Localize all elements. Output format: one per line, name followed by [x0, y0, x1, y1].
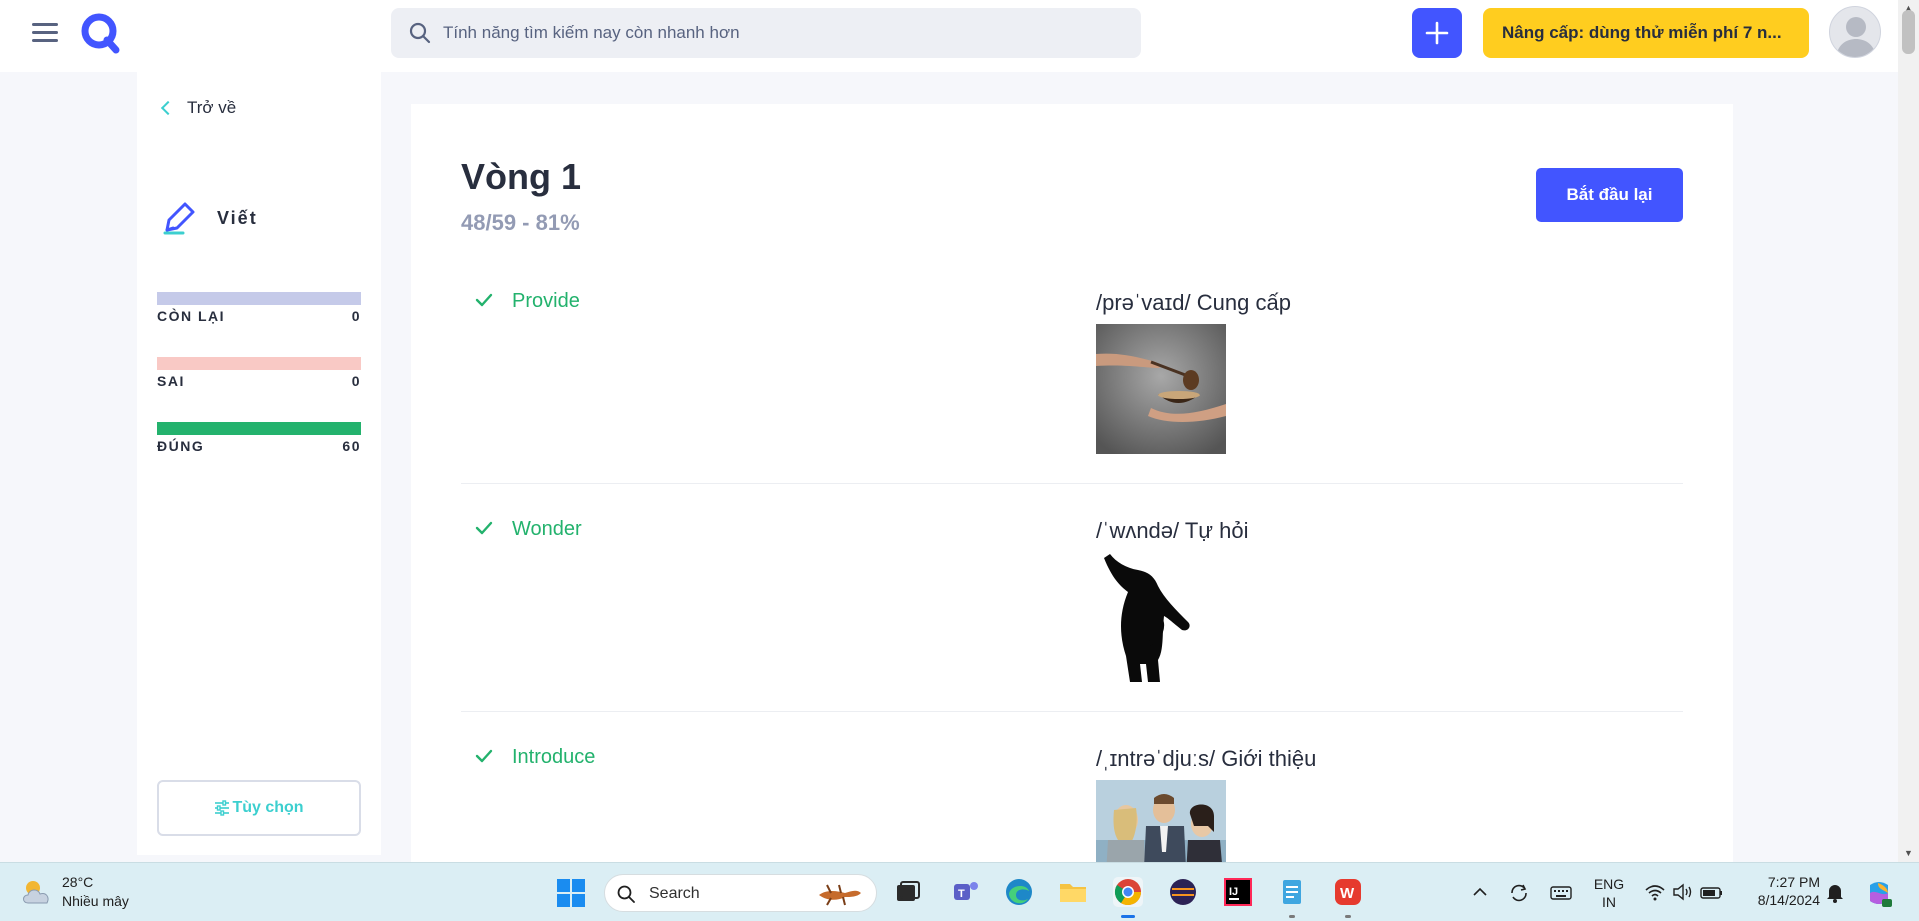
- term-definition: /ˌɪntrəˈdjuːs/ Giới thiệu: [1096, 746, 1317, 771]
- back-link[interactable]: Trở về: [160, 98, 237, 118]
- upgrade-button[interactable]: Nâng cấp: dùng thử miễn phí 7 n...: [1483, 8, 1809, 58]
- teams-icon[interactable]: T: [950, 877, 980, 907]
- partly-cloudy-icon: [23, 881, 49, 904]
- search-input[interactable]: [443, 8, 1123, 58]
- volume-icon[interactable]: [1672, 882, 1694, 902]
- term-row: Wonder /ˈwʌndə/ Tự hỏi: [461, 518, 1683, 712]
- notepad-icon[interactable]: [1277, 877, 1307, 918]
- chevron-up-icon[interactable]: [1472, 885, 1488, 899]
- stat-bar: [157, 357, 361, 370]
- round-score: 48/59 - 81%: [461, 210, 580, 235]
- intellij-icon[interactable]: IJ: [1223, 877, 1253, 907]
- notification-bell-icon[interactable]: [1825, 882, 1845, 904]
- lizard-icon: [819, 884, 861, 906]
- term-image: [1096, 552, 1226, 682]
- hamburger-menu-icon[interactable]: [32, 21, 58, 43]
- copilot-icon[interactable]: [1864, 879, 1894, 909]
- chrome-icon[interactable]: [1113, 877, 1143, 918]
- stat-value: 0: [351, 373, 361, 389]
- user-avatar-icon: [1836, 17, 1876, 57]
- mode-label: Viết: [217, 207, 258, 228]
- taskbar-search[interactable]: Search: [604, 874, 877, 912]
- wps-office-icon[interactable]: W: [1333, 877, 1363, 918]
- term-image: [1096, 780, 1226, 864]
- language-indicator[interactable]: ENG IN: [1592, 875, 1626, 911]
- avatar[interactable]: [1829, 6, 1881, 58]
- restart-button[interactable]: Bắt đầu lại: [1536, 168, 1683, 222]
- clock-time: 7:27 PM: [1767, 874, 1820, 890]
- term-row: Introduce /ˌɪntrəˈdjuːs/ Giới thiệu: [461, 746, 1683, 864]
- stat-wrong: SAI 0: [157, 357, 361, 389]
- term-definition: /ˈwʌndə/ Tự hỏi: [1096, 518, 1249, 543]
- svg-text:IJ: IJ: [1229, 886, 1238, 898]
- file-explorer-icon[interactable]: [1058, 877, 1088, 907]
- term-image: [1096, 324, 1226, 454]
- search-bar[interactable]: [391, 8, 1141, 58]
- weather-widget[interactable]: 28°C Nhiều mây: [20, 873, 129, 911]
- page-scrollbar[interactable]: ▲ ▼: [1898, 0, 1919, 862]
- clock-date: 8/14/2024: [1757, 892, 1820, 908]
- sliders-icon: [215, 800, 230, 816]
- term-word: Introduce: [512, 746, 596, 768]
- eclipse-icon[interactable]: [1168, 877, 1198, 907]
- checkmark-icon: [475, 749, 493, 763]
- wifi-icon[interactable]: [1644, 882, 1666, 902]
- term-definition: /prəˈvaɪd/ Cung cấp: [1096, 290, 1291, 315]
- stat-remaining: CÒN LẠI 0: [157, 292, 361, 324]
- task-view-icon[interactable]: [893, 877, 923, 907]
- options-label: Tùy chọn: [232, 799, 304, 816]
- stat-label: ĐÚNG: [157, 438, 205, 454]
- svg-text:W: W: [1340, 885, 1355, 902]
- stat-label: CÒN LẠI: [157, 308, 226, 324]
- create-button[interactable]: [1412, 8, 1462, 58]
- weather-temp: 28°C: [62, 874, 94, 890]
- plus-icon: [1425, 21, 1449, 45]
- stat-bar: [157, 422, 361, 435]
- term-word: Wonder: [512, 518, 582, 540]
- options-button[interactable]: Tùy chọn: [157, 780, 361, 836]
- scrollbar-thumb[interactable]: [1902, 10, 1915, 54]
- chevron-left-icon: [160, 100, 176, 116]
- study-sidebar: Trở về Viết CÒN LẠI 0 SAI 0 ĐÚNG 60 Tùy chọ…: [137, 72, 381, 855]
- study-mode: Viết: [161, 200, 258, 236]
- edge-browser-icon[interactable]: [1004, 877, 1034, 907]
- pen-icon: [163, 202, 195, 235]
- windows-taskbar: 28°C Nhiều mây Search T IJ W ENG IN 7:27…: [0, 862, 1919, 921]
- battery-icon[interactable]: [1700, 885, 1724, 901]
- stat-value: 0: [351, 308, 361, 324]
- scroll-down-icon[interactable]: ▼: [1904, 848, 1913, 858]
- stat-value: 60: [342, 438, 361, 454]
- results-card: Vòng 1 48/59 - 81% Bắt đầu lại Provide /…: [411, 104, 1733, 864]
- language-code: ENG: [1593, 876, 1625, 892]
- sync-icon[interactable]: [1508, 882, 1530, 904]
- back-label: Trở về: [187, 98, 237, 117]
- top-bar: Nâng cấp: dùng thử miễn phí 7 n...: [0, 0, 1898, 72]
- language-region: IN: [1602, 894, 1616, 910]
- windows-start-icon[interactable]: [556, 878, 586, 908]
- checkmark-icon: [475, 521, 493, 535]
- weather-desc: Nhiều mây: [62, 893, 129, 909]
- taskbar-search-label: Search: [649, 885, 700, 902]
- keyboard-icon[interactable]: [1550, 885, 1572, 901]
- quizlet-logo[interactable]: [80, 12, 120, 54]
- stat-correct: ĐÚNG 60: [157, 422, 361, 454]
- clock[interactable]: 7:27 PM 8/14/2024: [1740, 873, 1820, 909]
- svg-text:T: T: [958, 888, 965, 900]
- checkmark-icon: [475, 293, 493, 307]
- stat-bar: [157, 292, 361, 305]
- term-word: Provide: [512, 290, 580, 312]
- round-title: Vòng 1: [461, 156, 582, 197]
- search-icon: [617, 885, 635, 903]
- row-divider: [461, 483, 1683, 484]
- row-divider: [461, 711, 1683, 712]
- term-row: Provide /prəˈvaɪd/ Cung cấp: [461, 290, 1683, 484]
- stat-label: SAI: [157, 373, 185, 389]
- search-icon: [409, 22, 431, 44]
